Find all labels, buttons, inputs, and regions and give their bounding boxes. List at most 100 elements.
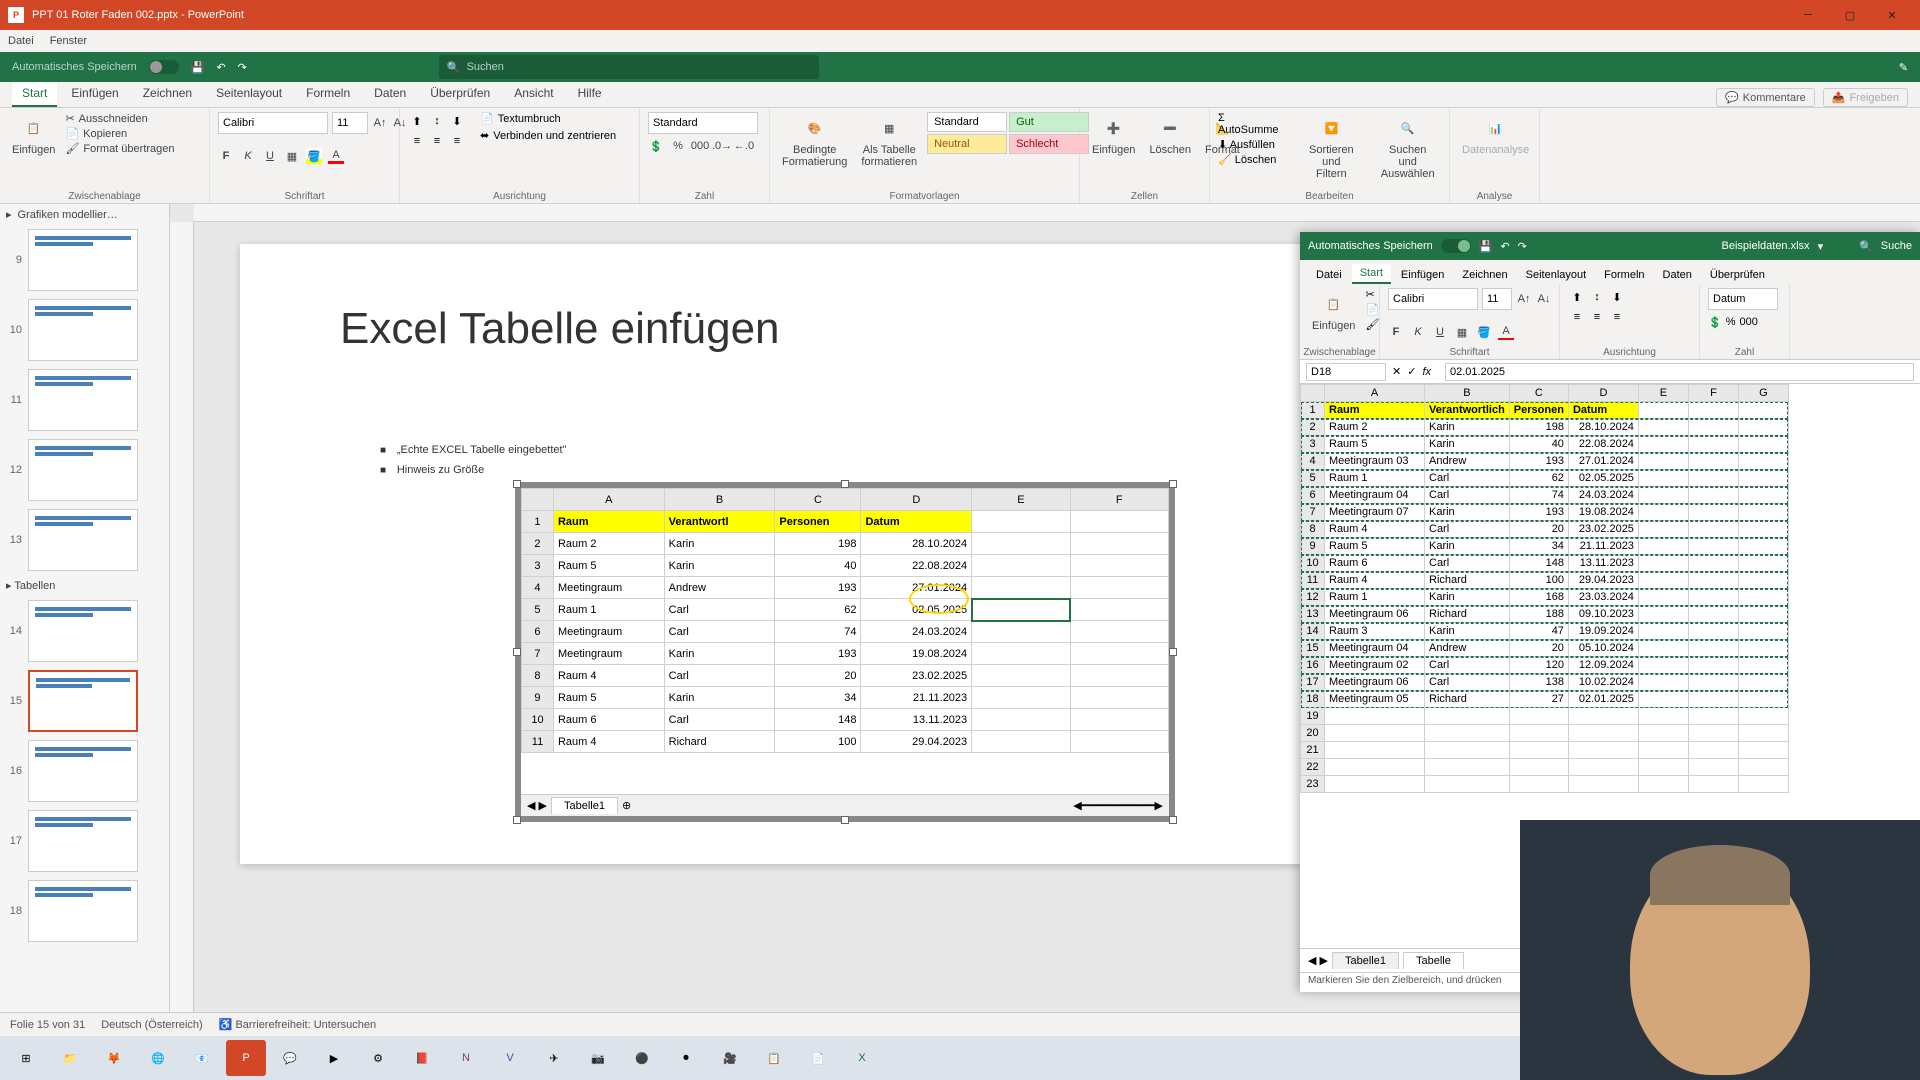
tab-zeichnen[interactable]: Zeichnen	[133, 81, 202, 107]
dec-decimal-icon[interactable]: ←.0	[736, 138, 752, 154]
slide-title[interactable]: Excel Tabelle einfügen	[340, 304, 780, 354]
excel-sheet-2[interactable]: Tabelle	[1403, 952, 1464, 969]
excel-redo-icon[interactable]: ↷	[1518, 240, 1527, 253]
excel-numfmt-combo[interactable]: Datum	[1708, 288, 1778, 310]
currency-icon[interactable]: 💲	[648, 138, 664, 154]
slide-thumb-16[interactable]: 16	[0, 736, 169, 806]
fill-button[interactable]: ⬇ Ausfüllen	[1218, 138, 1288, 151]
embedded-sheet-tabs[interactable]: ◀ ▶ Tabelle1 ⊕ ◀━━━━━━━━━━━▶	[521, 794, 1169, 816]
bold-icon[interactable]: F	[218, 148, 234, 164]
wrap-text-button[interactable]: 📄Textumbruch	[480, 112, 616, 125]
excel-fx-icon[interactable]: fx	[1422, 366, 1431, 378]
redo-icon[interactable]: ↷	[238, 61, 247, 74]
zoom-icon[interactable]: 🎥	[710, 1040, 750, 1076]
app-icon-3[interactable]: 📷	[578, 1040, 618, 1076]
share-button[interactable]: 📤Freigeben	[1823, 88, 1908, 107]
start-button[interactable]: ⊞	[6, 1040, 46, 1076]
onenote-icon[interactable]: N	[446, 1040, 486, 1076]
vlc-icon[interactable]: ▶	[314, 1040, 354, 1076]
slide-thumb-11[interactable]: 11	[0, 365, 169, 435]
app-icon[interactable]: 💬	[270, 1040, 310, 1076]
menu-fenster[interactable]: Fenster	[50, 35, 87, 47]
telegram-icon[interactable]: ✈	[534, 1040, 574, 1076]
tab-formeln[interactable]: Formeln	[296, 81, 360, 107]
add-sheet-icon[interactable]: ⊕	[622, 799, 631, 812]
format-painter-button[interactable]: 🖌 Format übertragen	[65, 142, 174, 155]
percent-icon[interactable]: %	[670, 138, 686, 154]
close-button[interactable]: ✕	[1872, 1, 1912, 29]
style-gut[interactable]: Gut	[1009, 112, 1089, 132]
excel-paste-button[interactable]: 📋Einfügen	[1308, 288, 1359, 334]
slide-thumb-18[interactable]: 18	[0, 876, 169, 946]
font-color-icon[interactable]: A	[328, 148, 344, 164]
slide-thumb-13[interactable]: 13	[0, 505, 169, 575]
app-icon-5[interactable]: 📋	[754, 1040, 794, 1076]
delete-cells-button[interactable]: ➖Löschen	[1145, 112, 1195, 158]
tab-ueberpruefen[interactable]: Überprüfen	[420, 81, 500, 107]
fill-color-icon[interactable]: 🪣	[306, 148, 322, 164]
excel-sheet-1[interactable]: Tabelle1	[1332, 952, 1399, 969]
find-select-button[interactable]: 🔍Suchen und Auswählen	[1374, 112, 1441, 182]
tab-ansicht[interactable]: Ansicht	[504, 81, 563, 107]
excel-enter-icon[interactable]: ✓	[1407, 365, 1416, 378]
excel-undo-icon[interactable]: ↶	[1500, 240, 1509, 253]
excel-tab-daten[interactable]: Daten	[1655, 266, 1700, 284]
tab-daten[interactable]: Daten	[364, 81, 416, 107]
panel-section-2[interactable]: ▸ Tabellen	[0, 575, 169, 596]
as-table-button[interactable]: ▦Als Tabelle formatieren	[857, 112, 921, 170]
minimize-button[interactable]: ─	[1788, 1, 1828, 29]
explorer-icon[interactable]: 📁	[50, 1040, 90, 1076]
copy-button[interactable]: 📄 Kopieren	[65, 127, 174, 140]
embedded-excel-object[interactable]: ABCDEF1RaumVerantwortlPersonenDatum2Raum…	[515, 482, 1175, 822]
underline-icon[interactable]: U	[262, 148, 278, 164]
paste-button[interactable]: 📋Einfügen	[8, 112, 59, 158]
tab-einfuegen[interactable]: Einfügen	[61, 81, 128, 107]
undo-icon[interactable]: ↶	[216, 61, 225, 74]
settings-icon[interactable]: ⚙	[358, 1040, 398, 1076]
increase-font-icon[interactable]: A↑	[372, 115, 388, 131]
style-schlecht[interactable]: Schlecht	[1009, 134, 1089, 154]
excel-font-combo[interactable]: Calibri	[1388, 288, 1478, 310]
slide-thumb-10[interactable]: 10	[0, 295, 169, 365]
tab-seitenlayout[interactable]: Seitenlayout	[206, 81, 292, 107]
style-neutral[interactable]: Neutral	[927, 134, 1007, 154]
comma-icon[interactable]: 000	[692, 138, 708, 154]
cond-format-button[interactable]: 🎨Bedingte Formatierung	[778, 112, 851, 170]
ribbon-collapse-icon[interactable]: ✎	[1899, 61, 1908, 74]
italic-icon[interactable]: K	[240, 148, 256, 164]
excel-formula-input[interactable]: 02.01.2025	[1445, 363, 1914, 381]
sort-filter-button[interactable]: 🔽Sortieren und Filtern	[1294, 112, 1368, 182]
excel-tab-ueberpruefen[interactable]: Überprüfen	[1702, 266, 1773, 284]
tab-start[interactable]: Start	[12, 81, 57, 107]
slide-panel[interactable]: ▸ Grafiken modellier… 910111213▸ Tabelle…	[0, 204, 170, 1050]
firefox-icon[interactable]: 🦊	[94, 1040, 134, 1076]
excel-tab-einfuegen[interactable]: Einfügen	[1393, 266, 1452, 284]
border-icon[interactable]: ▦	[284, 148, 300, 164]
outlook-icon[interactable]: 📧	[182, 1040, 222, 1076]
search-box[interactable]: 🔍 Suchen	[439, 55, 819, 79]
save-icon[interactable]: 💾	[191, 61, 205, 74]
excel-search-icon[interactable]: 🔍	[1859, 240, 1873, 253]
sheet-tab-1[interactable]: Tabelle1	[551, 797, 618, 814]
inc-decimal-icon[interactable]: .0→	[714, 138, 730, 154]
maximize-button[interactable]: ▢	[1830, 1, 1870, 29]
tab-hilfe[interactable]: Hilfe	[568, 81, 612, 107]
slide-bullets[interactable]: „Echte EXCEL Tabelle eingebettet" Hinwei…	[380, 444, 566, 484]
slide-thumb-12[interactable]: 12	[0, 435, 169, 505]
font-size-combo[interactable]: 11	[332, 112, 368, 134]
autosave-toggle[interactable]	[149, 60, 179, 74]
data-analysis-button[interactable]: 📊Datenanalyse	[1458, 112, 1533, 158]
slide-canvas[interactable]: Excel Tabelle einfügen „Echte EXCEL Tabe…	[240, 244, 1340, 864]
insert-cells-button[interactable]: ➕Einfügen	[1088, 112, 1139, 158]
number-format-combo[interactable]: Standard	[648, 112, 758, 134]
slide-thumb-17[interactable]: 17	[0, 806, 169, 876]
excel-cut-icon[interactable]: ✂	[1365, 288, 1379, 301]
slide-thumb-9[interactable]: 9	[0, 225, 169, 295]
align-middle-icon[interactable]: ↕	[428, 112, 446, 130]
autosum-button[interactable]: Σ AutoSumme	[1218, 112, 1288, 136]
app-icon-4[interactable]: ⏺	[666, 1040, 706, 1076]
powerpoint-taskbar-icon[interactable]: P	[226, 1040, 266, 1076]
chrome-icon[interactable]: 🌐	[138, 1040, 178, 1076]
excel-size-combo[interactable]: 11	[1482, 288, 1512, 310]
align-center-icon[interactable]: ≡	[428, 132, 446, 150]
